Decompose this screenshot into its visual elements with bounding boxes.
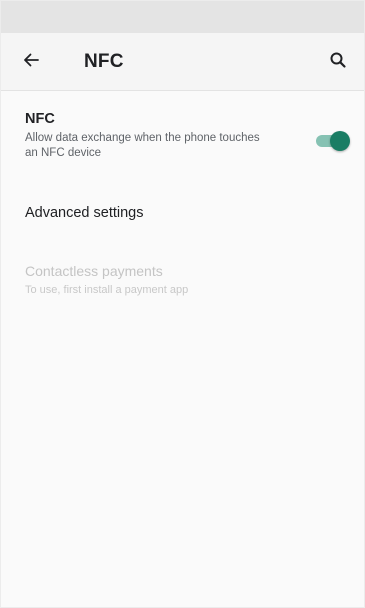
search-button[interactable] xyxy=(324,48,352,76)
contactless-payments-row: Contactless payments To use, first insta… xyxy=(1,263,364,307)
contactless-payments-summary: To use, first install a payment app xyxy=(25,284,189,296)
advanced-settings-row[interactable]: Advanced settings xyxy=(1,205,364,233)
arrow-back-icon xyxy=(21,50,41,75)
nfc-toggle-switch[interactable] xyxy=(314,131,350,151)
contactless-payments-title: Contactless payments xyxy=(25,263,163,279)
app-bar: NFC xyxy=(1,33,364,91)
page-title: NFC xyxy=(84,51,124,72)
search-icon xyxy=(328,50,348,75)
toggle-thumb xyxy=(330,131,350,151)
nfc-preference-title: NFC xyxy=(25,111,55,127)
back-button[interactable] xyxy=(17,48,45,76)
nfc-preference-summary: Allow data exchange when the phone touch… xyxy=(25,132,260,159)
nfc-preference-row[interactable]: NFC Allow data exchange when the phone t… xyxy=(1,111,364,171)
advanced-settings-title: Advanced settings xyxy=(25,205,144,221)
nfc-settings-screen: NFC NFC Allow data exchange when the pho… xyxy=(0,0,365,608)
status-bar xyxy=(1,1,364,33)
